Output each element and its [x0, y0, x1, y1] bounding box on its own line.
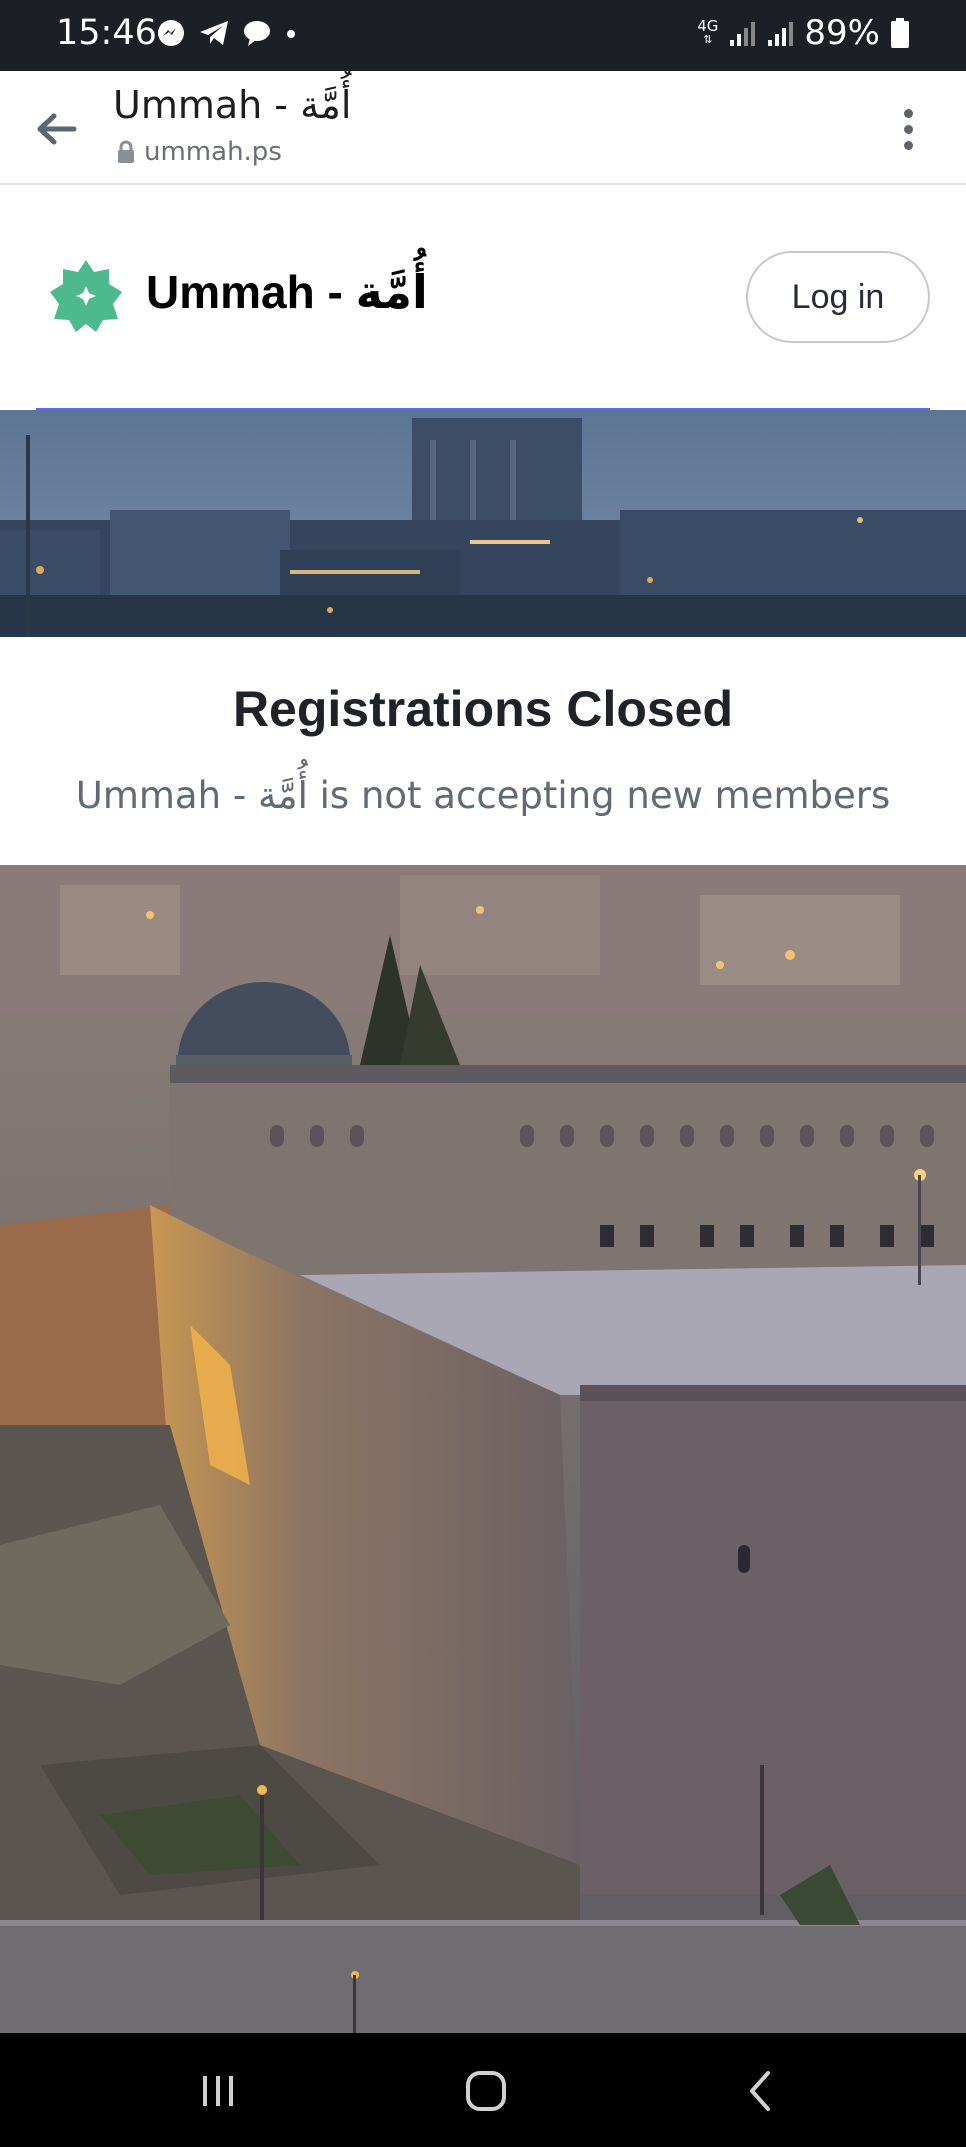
system-back-button[interactable]	[730, 2063, 790, 2119]
recent-apps-icon	[203, 2076, 233, 2106]
chevron-left-icon	[750, 2071, 770, 2111]
page-title: Ummah - أُمَّة	[113, 83, 352, 127]
site-logo-icon[interactable]	[48, 258, 124, 334]
network-type: 4G ⇅	[697, 17, 719, 47]
login-button[interactable]: Log in	[746, 251, 930, 343]
battery-percent: 89%	[804, 13, 880, 53]
system-navigation-bar	[0, 2033, 966, 2147]
battery-icon	[891, 18, 909, 48]
notice-title: Registrations Closed	[232, 681, 734, 737]
page-url[interactable]: ummah.ps	[116, 137, 282, 167]
site-name[interactable]: Ummah - أُمَّة	[146, 265, 428, 319]
menu-dot	[903, 108, 913, 118]
browser-toolbar: Ummah - أُمَّة ummah.ps	[0, 71, 966, 185]
signal-icon-2	[768, 22, 794, 46]
url-text: ummah.ps	[144, 137, 282, 167]
status-right: 4G ⇅ 89%	[697, 13, 910, 53]
notice-subtitle: Ummah - أُمَّة is not accepting new memb…	[75, 774, 891, 817]
menu-dot	[903, 140, 913, 150]
home-button[interactable]	[456, 2063, 516, 2119]
site-header: Ummah - أُمَّة Log in	[0, 185, 966, 411]
status-bar: 15:46 4G ⇅ 89%	[0, 0, 966, 71]
home-icon	[466, 2071, 506, 2111]
lock-icon	[118, 140, 134, 163]
registration-notice: Registrations Closed Ummah - أُمَّة is n…	[0, 637, 966, 865]
old-city-illustration	[0, 865, 966, 2033]
recent-apps-button[interactable]	[188, 2063, 248, 2119]
signal-icon-1	[730, 22, 756, 46]
menu-dot	[903, 124, 913, 134]
messenger-icon	[158, 20, 184, 46]
telegram-icon	[200, 21, 228, 45]
chat-bubble-icon	[244, 21, 270, 46]
banner-image	[0, 410, 966, 637]
arrow-left-icon	[37, 113, 77, 145]
back-button[interactable]	[26, 103, 86, 155]
status-time: 15:46	[56, 13, 157, 53]
more-notifications-dot-icon	[287, 30, 295, 38]
more-options-button[interactable]	[888, 101, 928, 157]
skyline-illustration	[0, 410, 966, 637]
hero-image	[0, 865, 966, 2033]
notification-icons	[156, 18, 298, 48]
